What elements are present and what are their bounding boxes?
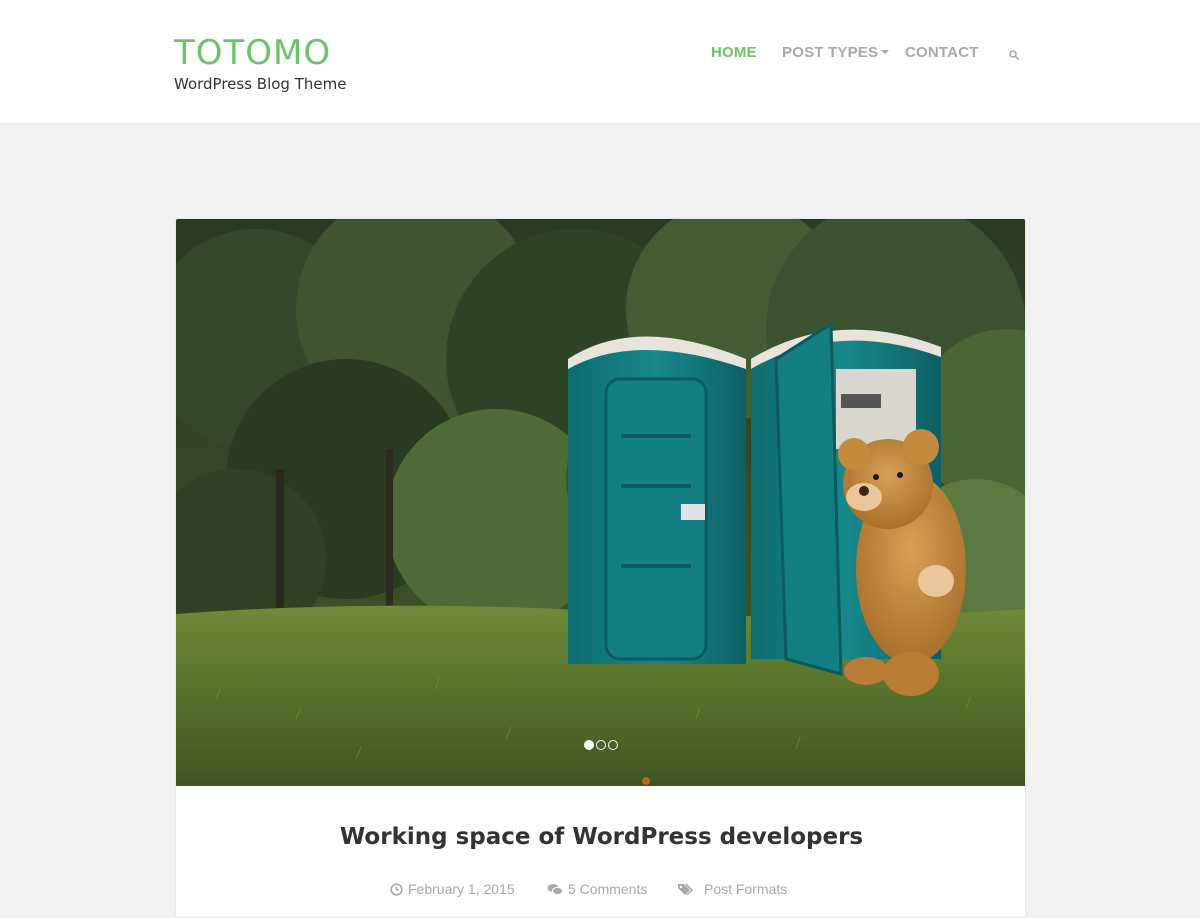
caret-down-icon [881,50,890,55]
search-icon[interactable] [1008,48,1020,60]
post-comments-text: 5 Comments [568,881,648,897]
nav-item-label: CONTACT [905,44,979,61]
site-description: WordPress Blog Theme [174,75,347,93]
post-category-text: Post Formats [704,881,788,897]
slider-dot[interactable] [608,740,618,750]
slider-dot[interactable] [584,740,594,750]
featured-image-slider[interactable] [176,219,1025,786]
site-header: TOTOMO WordPress Blog Theme HOME POST TY… [0,0,1200,124]
nav-item-post-types[interactable]: POST TYPES [782,44,890,61]
slider-dots [584,740,618,750]
post-date[interactable]: February 1, 2015 [390,881,515,897]
nav-item-label: POST TYPES [782,44,879,61]
comments-icon [547,883,563,895]
post-title[interactable]: Working space of WordPress developers [176,824,1025,850]
post-card: Working space of WordPress developers Fe… [175,218,1026,918]
post-meta: February 1, 2015 5 Comments Post Formats [176,881,1025,901]
nav-item-label: HOME [711,44,757,61]
clock-icon [390,882,403,896]
site-title[interactable]: TOTOMO [174,33,331,73]
nav-item-contact[interactable]: CONTACT [905,44,979,61]
featured-image [176,219,1025,786]
tags-icon [678,882,694,896]
post-date-text: February 1, 2015 [408,881,515,897]
slider-dot[interactable] [596,740,606,750]
post-category[interactable]: Post Formats [677,881,787,897]
nav-item-home[interactable]: HOME [711,44,757,61]
post-comments[interactable]: 5 Comments [547,881,647,897]
